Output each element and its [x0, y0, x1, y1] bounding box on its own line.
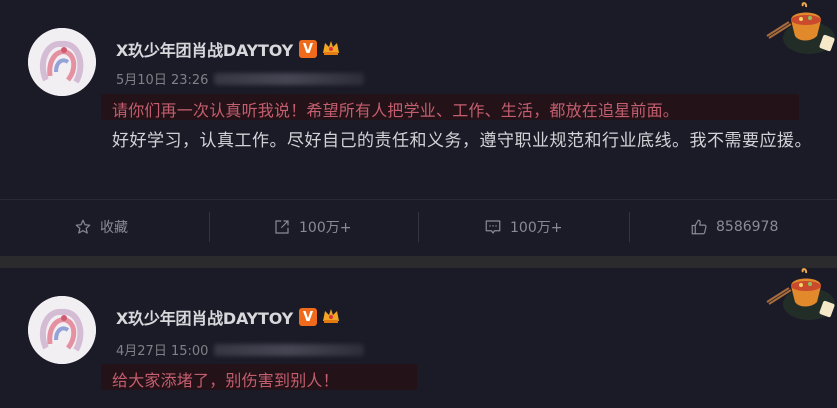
post-meta: 5月10日 23:26 — [116, 69, 365, 88]
like-icon — [691, 219, 707, 235]
source-blurred — [214, 72, 365, 85]
highlight-text: 请你们再一次认真听我说！希望所有人把学业、工作、生活，都放在追星前面。 — [112, 101, 680, 120]
divider — [629, 212, 630, 242]
post-meta: 4月27日 15:00 — [116, 340, 365, 359]
favorite-button[interactable]: 收藏 — [74, 200, 128, 254]
post-card: X玖少年团肖战DAYTOY V 4月27日 15:00 给大家添堵了，别伤害到别… — [0, 268, 837, 408]
comment-button[interactable]: 100万+ — [484, 200, 562, 254]
author-row: X玖少年团肖战DAYTOY V — [116, 37, 341, 61]
hotpot-decoration-icon — [751, 2, 837, 62]
comment-icon — [485, 220, 501, 234]
post-time[interactable]: 5月10日 23:26 — [116, 69, 208, 88]
like-count: 8586978 — [716, 219, 779, 235]
action-toolbar: 收藏 100万+ 100万+ 8586978 — [0, 199, 837, 254]
repost-count: 100万+ — [299, 220, 352, 236]
crown-icon — [321, 305, 341, 329]
avatar-image — [28, 296, 96, 364]
comment-count: 100万+ — [510, 220, 563, 236]
like-button[interactable]: 8586978 — [690, 200, 778, 254]
post-time[interactable]: 4月27日 15:00 — [116, 340, 208, 359]
verified-badge: V — [299, 40, 317, 58]
avatar[interactable] — [28, 296, 96, 364]
author-row: X玖少年团肖战DAYTOY V — [116, 305, 341, 329]
post-body: 好好学习，认真工作。尽好自己的责任和义务，遵守职业规范和行业底线。我不需要应援。 — [112, 131, 812, 151]
author-name[interactable]: X玖少年团肖战DAYTOY — [116, 37, 293, 61]
avatar-image — [28, 28, 96, 96]
star-icon — [75, 219, 91, 234]
divider — [209, 212, 210, 242]
hotpot-decoration-icon — [751, 268, 837, 328]
divider — [418, 212, 419, 242]
repost-button[interactable]: 100万+ — [273, 200, 351, 254]
avatar[interactable] — [28, 28, 96, 96]
repost-icon — [275, 220, 289, 234]
highlight-text: 给大家添堵了，别伤害到别人！ — [112, 371, 339, 390]
post-card: X玖少年团肖战DAYTOY V 5月10日 23:26 请你们再一次认真听我说！… — [0, 0, 837, 256]
source-blurred — [214, 343, 365, 356]
favorite-label: 收藏 — [100, 220, 128, 236]
crown-icon — [321, 37, 341, 61]
verified-badge: V — [299, 308, 317, 326]
author-name[interactable]: X玖少年团肖战DAYTOY — [116, 305, 293, 329]
